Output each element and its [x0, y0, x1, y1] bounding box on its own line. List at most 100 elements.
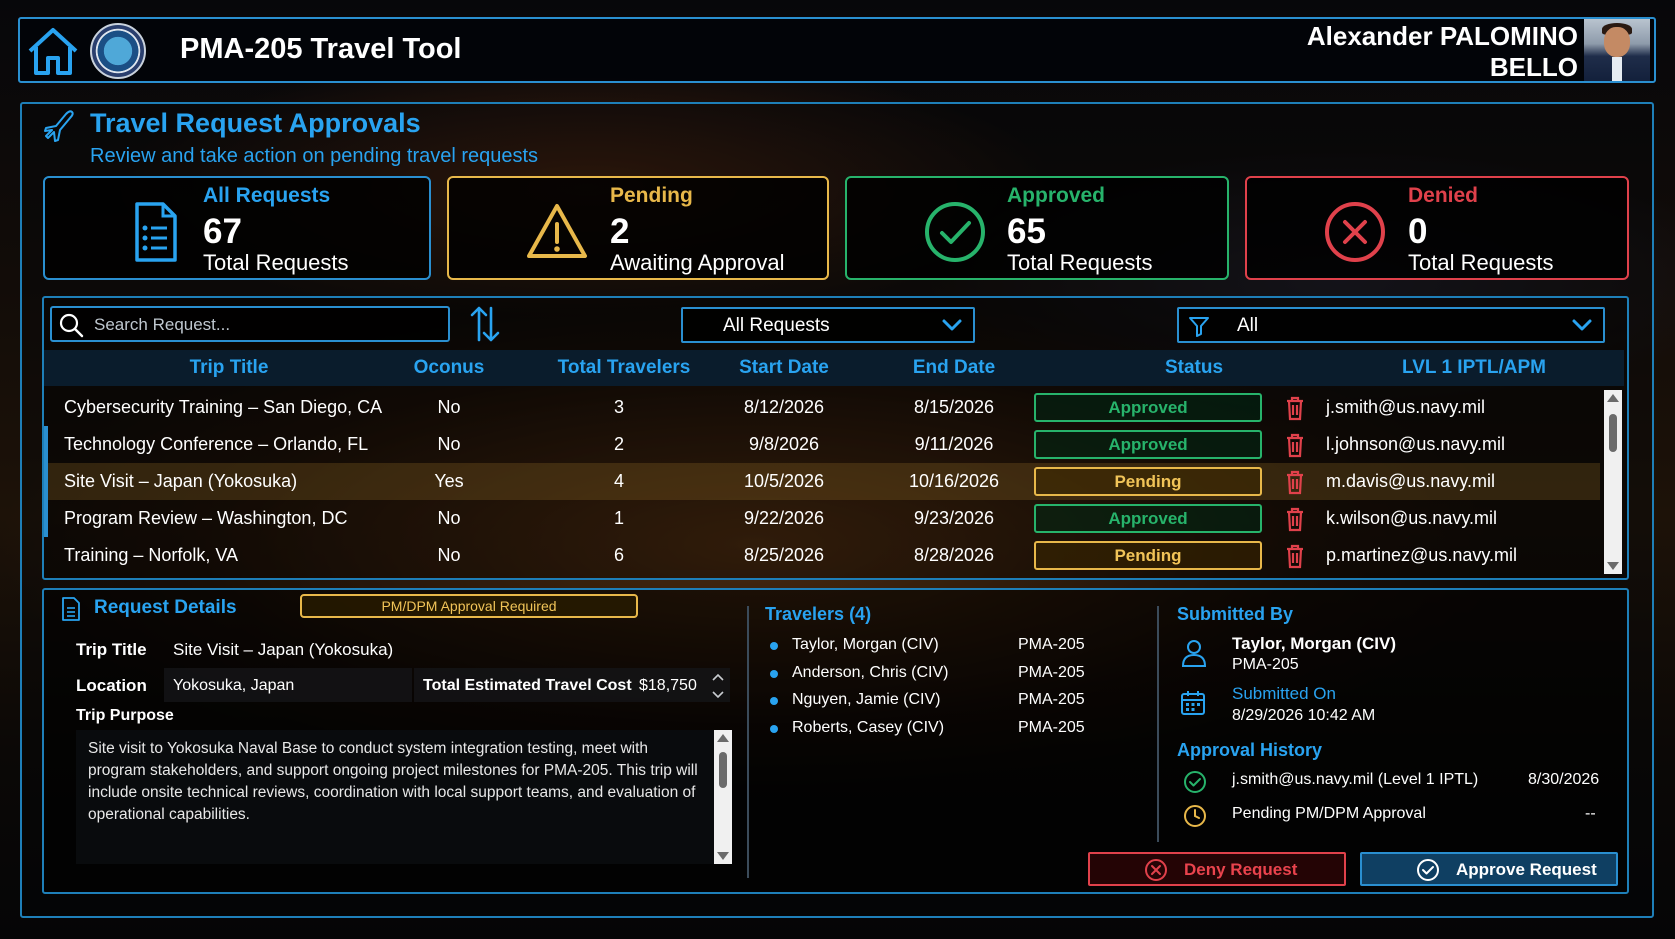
scroll-up-arrow[interactable] [717, 734, 729, 742]
chevron-down-icon [942, 319, 962, 331]
purpose-scrollbar[interactable] [714, 730, 732, 864]
traveler-name: Taylor, Morgan (CIV) [792, 636, 939, 653]
home-icon[interactable] [26, 25, 80, 77]
document-icon [62, 597, 80, 621]
submitted-on-value: 8/29/2026 10:42 AM [1232, 707, 1376, 724]
cell-email: l.johnson@us.navy.mil [1326, 434, 1506, 454]
table-row[interactable]: Training – Norfolk, VA No 6 8/25/2026 8/… [44, 537, 1600, 574]
trip-title-label: Trip Title [76, 640, 147, 659]
cost-stepper-icon[interactable] [710, 670, 726, 702]
table-row-selected[interactable]: Site Visit – Japan (Yokosuka) Yes 4 10/5… [44, 463, 1600, 500]
cell-end-date: 9/11/2026 [914, 434, 994, 454]
card-denied[interactable]: Denied 0 Total Requests [1245, 176, 1629, 280]
submitter-org: PMA-205 [1232, 656, 1299, 673]
history-item-date: -- [1585, 805, 1596, 822]
column-header-start-date[interactable]: Start Date [704, 357, 864, 379]
status-badge: Pending [1034, 467, 1262, 496]
scroll-thumb[interactable] [719, 752, 727, 788]
trash-icon[interactable] [1284, 506, 1306, 532]
status-badge: Pending [1034, 541, 1262, 570]
cell-email: k.wilson@us.navy.mil [1326, 508, 1497, 528]
location-value: Yokosuka, Japan [173, 677, 295, 694]
card-approved[interactable]: Approved 65 Total Requests [845, 176, 1229, 280]
avatar[interactable] [1584, 19, 1650, 81]
search-input[interactable] [94, 314, 434, 336]
document-list-icon [135, 202, 177, 262]
scroll-thumb[interactable] [1609, 414, 1617, 452]
cell-travelers: 1 [613, 508, 624, 528]
cell-start-date: 10/5/2026 [743, 471, 825, 491]
card-pending[interactable]: Pending 2 Awaiting Approval [447, 176, 829, 280]
card-label: All Requests [203, 184, 331, 207]
status-filter-dropdown[interactable]: All [1177, 307, 1605, 343]
page-subtitle: Review and take action on pending travel… [90, 145, 539, 167]
cell-end-date: 9/23/2026 [913, 508, 995, 528]
submitted-by-title: Submitted By [1177, 604, 1294, 624]
cell-travelers: 3 [613, 397, 624, 417]
cell-end-date: 10/16/2026 [908, 471, 1000, 491]
check-circle-icon [1417, 859, 1439, 881]
traveler-org: PMA-205 [1018, 636, 1085, 653]
clock-icon [1184, 805, 1206, 827]
trash-icon[interactable] [1284, 395, 1306, 421]
traveler-org: PMA-205 [1018, 691, 1085, 708]
approve-request-button[interactable]: Approve Request [1360, 852, 1618, 886]
trip-purpose-textarea[interactable]: Site visit to Yokosuka Naval Base to con… [76, 730, 732, 864]
trip-purpose-label: Trip Purpose [76, 707, 174, 724]
card-value: 0 [1408, 212, 1428, 251]
card-subtext: Total Requests [203, 250, 349, 275]
chevron-down-icon [1572, 319, 1592, 331]
column-header-trip-title[interactable]: Trip Title [124, 357, 334, 379]
details-title: Request Details [94, 597, 237, 618]
user-name-line2: BELLO [1489, 52, 1578, 82]
divider [747, 606, 749, 878]
cell-email: j.smith@us.navy.mil [1326, 397, 1485, 417]
cell-travelers: 4 [613, 471, 624, 491]
traveler-name: Nguyen, Jamie (CIV) [792, 691, 941, 708]
cell-trip-title: Site Visit – Japan (Yokosuka) [64, 471, 298, 491]
table-scrollbar[interactable] [1604, 390, 1622, 574]
cell-start-date: 9/8/2026 [748, 434, 820, 454]
travel-cost-label: Total Estimated Travel Cost [423, 677, 632, 694]
scroll-down-arrow[interactable] [717, 852, 729, 860]
card-label: Approved [1007, 184, 1106, 207]
cell-end-date: 8/28/2026 [913, 545, 995, 565]
check-circle-icon [1184, 771, 1206, 793]
table-row[interactable]: Program Review – Washington, DC No 1 9/2… [44, 500, 1600, 537]
search-icon [59, 313, 84, 338]
cell-oconus: No [437, 434, 461, 454]
trash-icon[interactable] [1284, 543, 1306, 569]
status-badge: Approved [1034, 393, 1262, 422]
card-all-requests[interactable]: All Requests 67 Total Requests [43, 176, 431, 280]
scroll-down-arrow[interactable] [1607, 562, 1619, 570]
travelers-title: Travelers (4) [765, 604, 872, 624]
organization-seal [90, 23, 146, 79]
column-header-status[interactable]: Status [1084, 357, 1304, 379]
card-value: 67 [203, 212, 242, 251]
trash-icon[interactable] [1284, 432, 1306, 458]
user-name-line1: Alexander PALOMINO [1306, 21, 1578, 51]
history-item-text: Pending PM/DPM Approval [1232, 805, 1426, 822]
column-header-oconus[interactable]: Oconus [404, 357, 494, 379]
table-row[interactable]: Technology Conference – Orlando, FL No 2… [44, 426, 1600, 463]
airplane-icon [44, 110, 74, 142]
table-header: Trip Title Oconus Total Travelers Start … [44, 350, 1624, 386]
deny-request-button[interactable]: Deny Request [1088, 852, 1346, 886]
traveler-name: Anderson, Chris (CIV) [792, 664, 949, 681]
card-subtext: Total Requests [1408, 250, 1554, 275]
scroll-up-arrow[interactable] [1607, 394, 1619, 402]
cell-email: p.martinez@us.navy.mil [1326, 545, 1517, 565]
cell-end-date: 8/15/2026 [913, 397, 995, 417]
trash-icon[interactable] [1284, 469, 1306, 495]
column-header-end-date[interactable]: End Date [874, 357, 1034, 379]
sort-icon[interactable] [468, 304, 502, 344]
search-box[interactable] [50, 306, 450, 342]
cell-trip-title: Technology Conference – Orlando, FL [64, 434, 369, 454]
table-row[interactable]: Cybersecurity Training – San Diego, CA N… [44, 389, 1600, 426]
request-filter-value: All Requests [723, 315, 830, 336]
request-filter-dropdown[interactable]: All Requests [681, 307, 975, 343]
history-item-date: 8/30/2026 [1528, 771, 1600, 788]
column-header-lvl1-iptl[interactable]: LVL 1 IPTL/APM [1344, 357, 1604, 379]
app-header: PMA-205 Travel Tool Alexander PALOMINO B… [18, 17, 1656, 83]
warning-icon [527, 204, 587, 258]
